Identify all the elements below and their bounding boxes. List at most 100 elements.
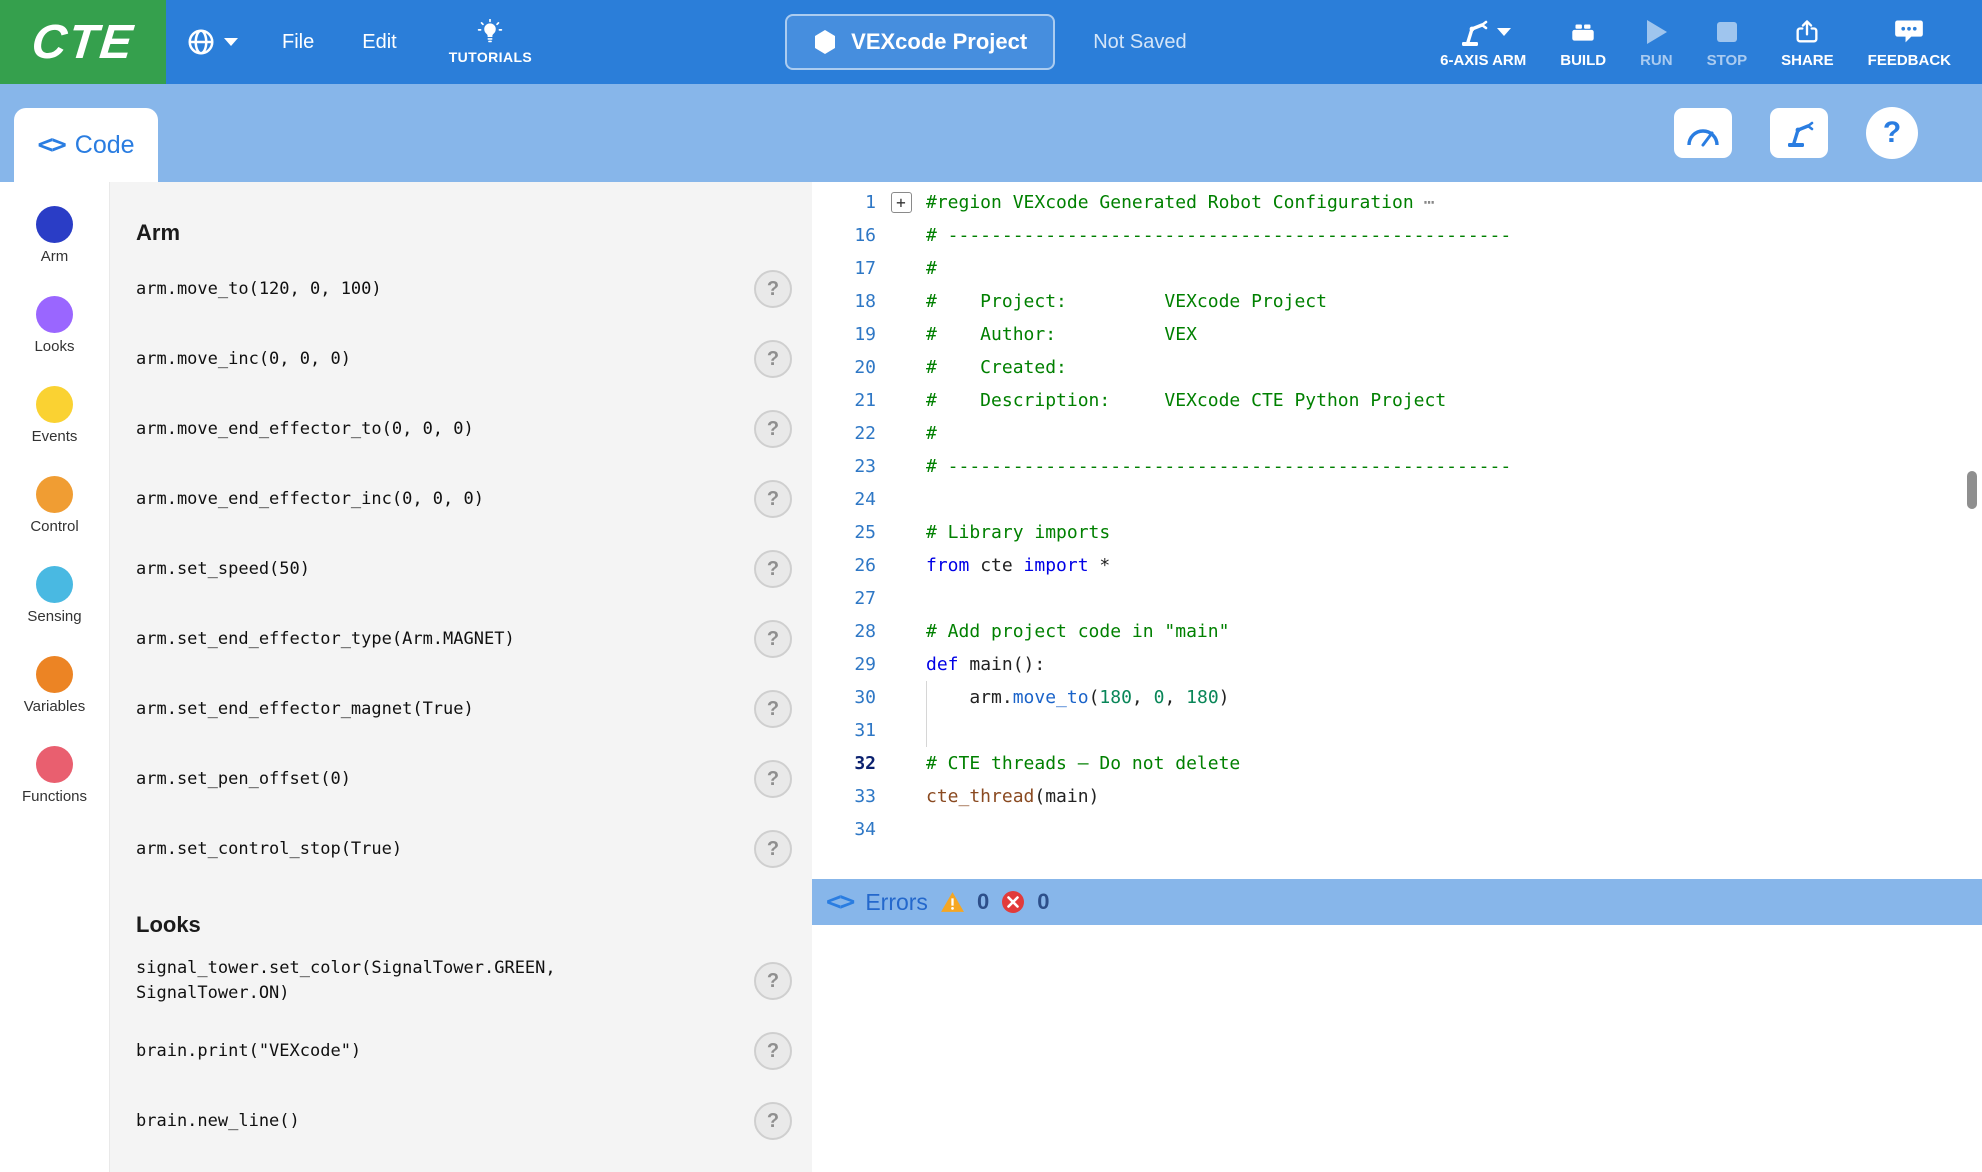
command-help-button[interactable]: ? xyxy=(754,480,792,518)
editor-line[interactable]: 20# Created: xyxy=(812,351,1982,384)
fold-expand-icon[interactable]: + xyxy=(891,192,912,213)
edit-menu[interactable]: Edit xyxy=(338,0,420,84)
code-text[interactable] xyxy=(926,714,1982,747)
editor-line[interactable]: 19# Author: VEX xyxy=(812,318,1982,351)
command-help-button[interactable]: ? xyxy=(754,270,792,308)
category-looks[interactable]: Looks xyxy=(22,296,87,355)
code-text[interactable]: from cte import * xyxy=(926,549,1982,582)
tab-code[interactable]: <> Code xyxy=(14,108,158,182)
editor-line[interactable]: 31 xyxy=(812,714,1982,747)
command-row[interactable]: arm.move_end_effector_inc(0, 0, 0)? xyxy=(136,464,792,534)
category-control[interactable]: Control xyxy=(22,476,87,535)
command-text[interactable]: arm.move_to(120, 0, 100) xyxy=(136,277,382,302)
tutorials-button[interactable]: TUTORIALS xyxy=(421,19,560,65)
code-text[interactable]: # CTE threads — Do not delete xyxy=(926,747,1982,780)
code-text[interactable] xyxy=(926,813,1982,846)
editor-line[interactable]: 1+#region VEXcode Generated Robot Config… xyxy=(812,186,1982,219)
command-text[interactable]: signal_tower.set_color(SignalTower.GREEN… xyxy=(136,956,606,1005)
help-button[interactable]: ? xyxy=(1866,107,1918,159)
code-text[interactable] xyxy=(926,582,1982,615)
editor-line[interactable]: 18# Project: VEXcode Project xyxy=(812,285,1982,318)
category-sensing[interactable]: Sensing xyxy=(22,566,87,625)
category-arm[interactable]: Arm xyxy=(22,206,87,265)
errors-tab-bar[interactable]: <> Errors 0 0 xyxy=(812,879,1982,925)
code-text[interactable]: # Created: xyxy=(926,351,1982,384)
code-text[interactable]: # --------------------------------------… xyxy=(926,450,1982,483)
code-text[interactable]: # Add project code in "main" xyxy=(926,615,1982,648)
editor-line[interactable]: 17# xyxy=(812,252,1982,285)
category-circle[interactable] xyxy=(36,386,73,423)
editor-line[interactable]: 30 arm.move_to(180, 0, 180) xyxy=(812,681,1982,714)
file-menu[interactable]: File xyxy=(258,0,338,84)
category-circle[interactable] xyxy=(36,746,73,783)
language-selector[interactable] xyxy=(166,27,258,57)
robot-config-button[interactable] xyxy=(1770,108,1828,158)
command-help-button[interactable]: ? xyxy=(754,830,792,868)
command-text[interactable]: arm.set_speed(50) xyxy=(136,557,310,582)
category-circle[interactable] xyxy=(36,476,73,513)
command-row[interactable]: arm.move_inc(0, 0, 0)? xyxy=(136,324,792,394)
category-events[interactable]: Events xyxy=(22,386,87,445)
command-row[interactable]: signal_tower.set_color(SignalTower.GREEN… xyxy=(136,946,792,1016)
command-help-button[interactable]: ? xyxy=(754,962,792,1000)
command-row[interactable]: arm.move_to(120, 0, 100)? xyxy=(136,254,792,324)
command-row[interactable]: brain.print("VEXcode")? xyxy=(136,1016,792,1086)
command-row[interactable]: arm.set_pen_offset(0)? xyxy=(136,744,792,814)
editor-line[interactable]: 26from cte import * xyxy=(812,549,1982,582)
command-text[interactable]: arm.move_inc(0, 0, 0) xyxy=(136,347,351,372)
code-text[interactable]: # Description: VEXcode CTE Python Projec… xyxy=(926,384,1982,417)
code-editor[interactable]: 1+#region VEXcode Generated Robot Config… xyxy=(812,182,1982,879)
command-text[interactable]: brain.new_line() xyxy=(136,1109,300,1134)
command-help-button[interactable]: ? xyxy=(754,620,792,658)
feedback-button[interactable]: FEEDBACK xyxy=(1851,16,1968,69)
command-text[interactable]: arm.move_end_effector_to(0, 0, 0) xyxy=(136,417,474,442)
command-row[interactable]: arm.set_control_stop(True)? xyxy=(136,814,792,884)
category-circle[interactable] xyxy=(36,206,73,243)
editor-line[interactable]: 21# Description: VEXcode CTE Python Proj… xyxy=(812,384,1982,417)
code-text[interactable]: # Project: VEXcode Project xyxy=(926,285,1982,318)
editor-line[interactable]: 23# ------------------------------------… xyxy=(812,450,1982,483)
project-name-button[interactable]: VEXcode Project xyxy=(785,14,1055,70)
command-row[interactable]: arm.set_speed(50)? xyxy=(136,534,792,604)
command-text[interactable]: arm.set_end_effector_type(Arm.MAGNET) xyxy=(136,627,515,652)
code-text[interactable]: # --------------------------------------… xyxy=(926,219,1982,252)
command-text[interactable]: arm.set_control_stop(True) xyxy=(136,837,402,862)
build-button[interactable]: BUILD xyxy=(1543,16,1623,69)
command-help-button[interactable]: ? xyxy=(754,550,792,588)
command-text[interactable]: arm.move_end_effector_inc(0, 0, 0) xyxy=(136,487,484,512)
command-help-button[interactable]: ? xyxy=(754,690,792,728)
command-help-button[interactable]: ? xyxy=(754,760,792,798)
command-help-button[interactable]: ? xyxy=(754,340,792,378)
editor-line[interactable]: 27 xyxy=(812,582,1982,615)
editor-line[interactable]: 28# Add project code in "main" xyxy=(812,615,1982,648)
command-row[interactable]: arm.move_end_effector_to(0, 0, 0)? xyxy=(136,394,792,464)
device-selector[interactable]: 6-AXIS ARM xyxy=(1423,16,1543,69)
code-text[interactable]: cte_thread(main) xyxy=(926,780,1982,813)
code-text[interactable]: def main(): xyxy=(926,648,1982,681)
code-text[interactable]: # Author: VEX xyxy=(926,318,1982,351)
command-text[interactable]: arm.set_pen_offset(0) xyxy=(136,767,351,792)
code-text[interactable] xyxy=(926,483,1982,516)
command-help-button[interactable]: ? xyxy=(754,1102,792,1140)
command-help-button[interactable]: ? xyxy=(754,410,792,448)
code-text[interactable]: # xyxy=(926,252,1982,285)
editor-line[interactable]: 22# xyxy=(812,417,1982,450)
category-variables[interactable]: Variables xyxy=(22,656,87,715)
command-text[interactable]: brain.print("VEXcode") xyxy=(136,1039,361,1064)
code-text[interactable]: #region VEXcode Generated Robot Configur… xyxy=(926,186,1982,219)
category-circle[interactable] xyxy=(36,656,73,693)
editor-line[interactable]: 34 xyxy=(812,813,1982,846)
share-button[interactable]: SHARE xyxy=(1764,16,1851,69)
command-row[interactable]: arm.set_end_effector_type(Arm.MAGNET)? xyxy=(136,604,792,674)
category-functions[interactable]: Functions xyxy=(22,746,87,805)
editor-line[interactable]: 16# ------------------------------------… xyxy=(812,219,1982,252)
code-text[interactable]: # xyxy=(926,417,1982,450)
dashboard-button[interactable] xyxy=(1674,108,1732,158)
stop-button[interactable]: STOP xyxy=(1690,16,1765,69)
editor-scrollbar-thumb[interactable] xyxy=(1967,471,1977,509)
editor-line[interactable]: 33cte_thread(main) xyxy=(812,780,1982,813)
command-help-button[interactable]: ? xyxy=(754,1032,792,1070)
code-text[interactable]: # Library imports xyxy=(926,516,1982,549)
code-text[interactable]: arm.move_to(180, 0, 180) xyxy=(926,681,1982,714)
editor-line[interactable]: 32# CTE threads — Do not delete xyxy=(812,747,1982,780)
